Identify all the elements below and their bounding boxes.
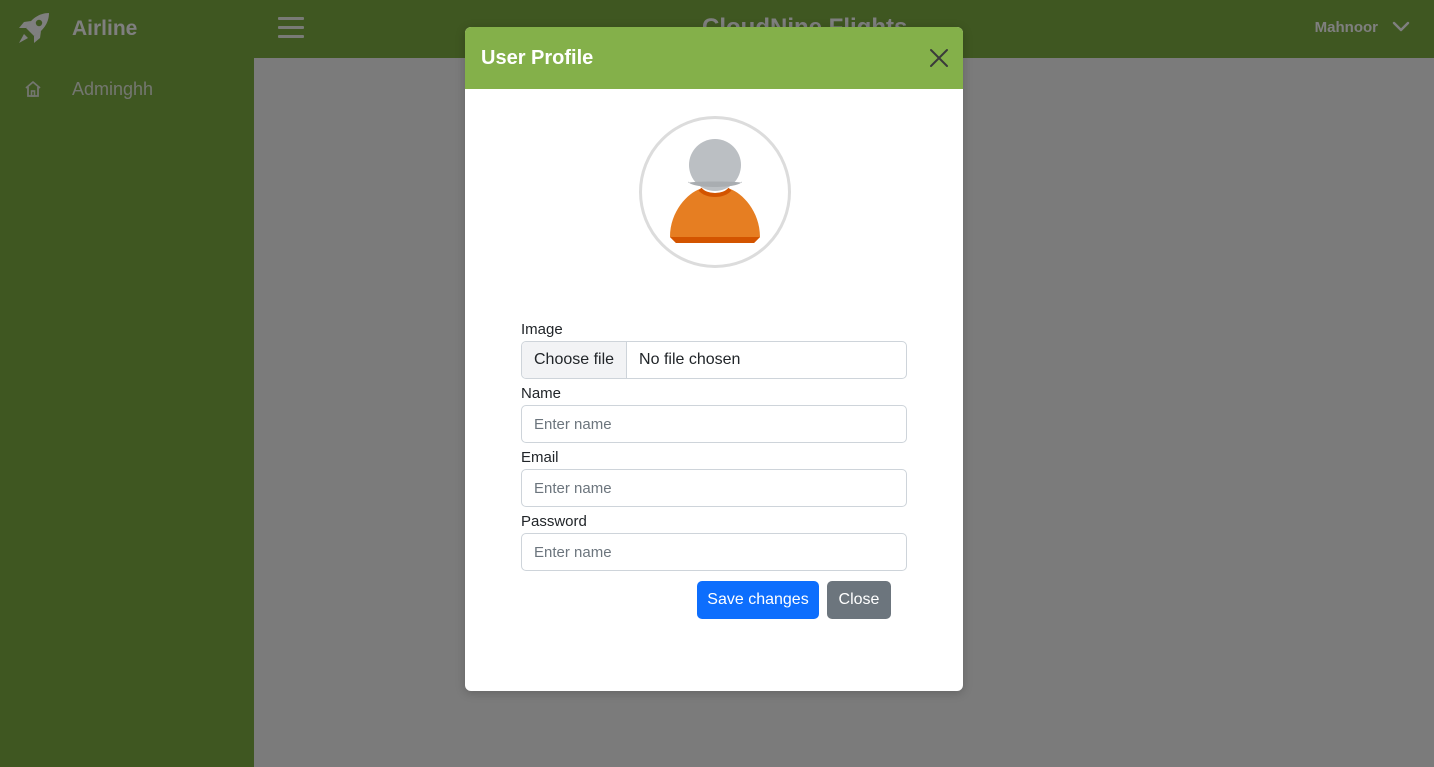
choose-file-button[interactable]: Choose file	[522, 342, 628, 378]
image-file-input[interactable]: Choose file No file chosen	[521, 341, 907, 379]
email-label: Email	[521, 449, 559, 466]
file-status: No file chosen	[639, 351, 741, 368]
profile-form: Image Choose file No file chosen Name Em…	[521, 317, 907, 575]
email-input[interactable]	[521, 469, 907, 507]
password-label: Password	[521, 513, 587, 530]
close-button[interactable]: Close	[827, 581, 891, 619]
save-changes-button[interactable]: Save changes	[697, 581, 819, 619]
user-profile-modal: User Profile Image Choose file No file c…	[465, 27, 963, 691]
close-icon[interactable]	[929, 48, 949, 68]
name-input[interactable]	[521, 405, 907, 443]
name-label: Name	[521, 385, 562, 402]
password-input[interactable]	[521, 533, 907, 571]
modal-header: User Profile	[465, 27, 963, 89]
modal-title: User Profile	[481, 47, 594, 69]
user-avatar-icon	[639, 116, 791, 268]
image-label: Image	[521, 321, 563, 338]
